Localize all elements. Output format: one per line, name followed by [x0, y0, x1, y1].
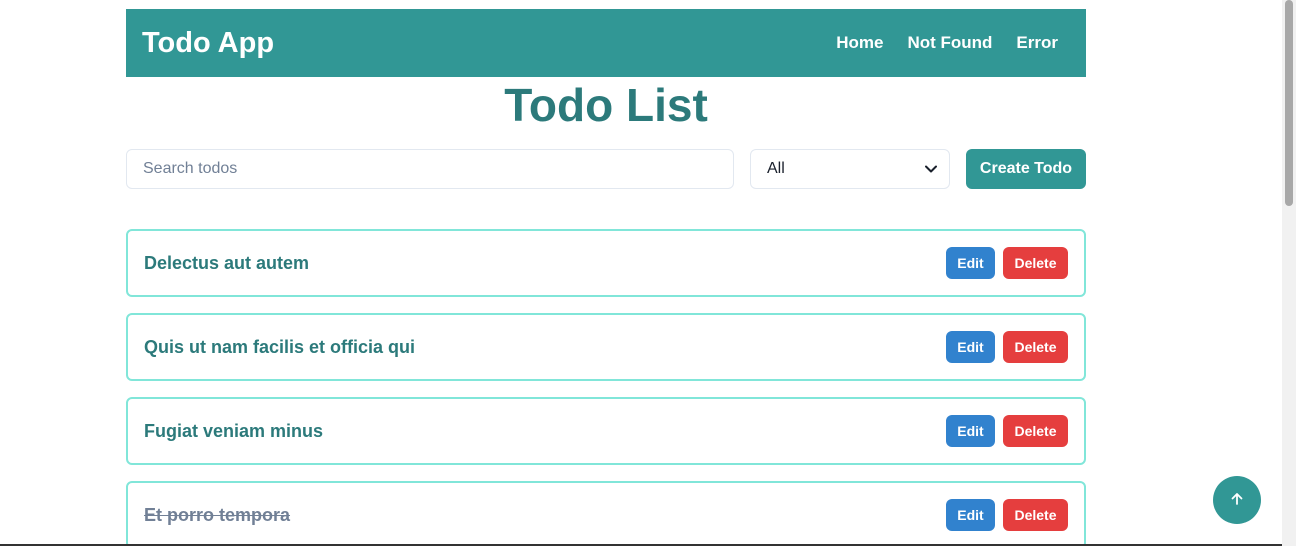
todo-title: Fugiat veniam minus	[144, 420, 324, 441]
todo-title: Quis ut nam facilis et officia qui	[144, 336, 416, 357]
scrollbar-thumb[interactable]	[1285, 0, 1293, 206]
navbar: Todo App Home Not Found Error	[126, 9, 1086, 77]
delete-button[interactable]: Delete	[1003, 331, 1068, 363]
delete-button[interactable]: Delete	[1003, 415, 1068, 447]
create-todo-button[interactable]: Create Todo	[966, 149, 1086, 189]
todo-actions: Edit Delete	[946, 331, 1068, 363]
todo-title-completed: Et porro tempora	[144, 504, 291, 525]
scrollbar[interactable]	[1282, 0, 1296, 546]
delete-button[interactable]: Delete	[1003, 247, 1068, 279]
brand-title[interactable]: Todo App	[142, 27, 274, 60]
edit-button[interactable]: Edit	[946, 499, 995, 531]
todo-item: Fugiat veniam minus Edit Delete	[126, 397, 1086, 465]
edit-button[interactable]: Edit	[946, 415, 995, 447]
search-input[interactable]	[126, 149, 734, 189]
todo-title: Delectus aut autem	[144, 252, 310, 273]
todo-actions: Edit Delete	[946, 247, 1068, 279]
nav-link-not-found[interactable]: Not Found	[907, 33, 992, 53]
todo-item: Et porro tempora Edit Delete	[126, 481, 1086, 546]
edit-button[interactable]: Edit	[946, 331, 995, 363]
page-title: Todo List	[504, 79, 708, 131]
nav-link-home[interactable]: Home	[836, 33, 883, 53]
todo-actions: Edit Delete	[946, 415, 1068, 447]
arrow-up-icon	[1229, 491, 1245, 510]
chevron-down-icon	[925, 163, 937, 175]
filter-select[interactable]: All	[750, 149, 950, 189]
nav-link-error[interactable]: Error	[1016, 33, 1058, 53]
todo-list: Delectus aut autem Edit Delete Quis ut n…	[126, 229, 1086, 546]
todo-item: Delectus aut autem Edit Delete	[126, 229, 1086, 297]
todo-item: Quis ut nam facilis et officia qui Edit …	[126, 313, 1086, 381]
filter-selected-value: All	[767, 160, 785, 177]
todo-actions: Edit Delete	[946, 499, 1068, 531]
nav-links: Home Not Found Error	[836, 33, 1070, 53]
scroll-to-top-button[interactable]	[1213, 476, 1261, 524]
page: Todo App Home Not Found Error Todo List …	[0, 0, 1296, 546]
delete-button[interactable]: Delete	[1003, 499, 1068, 531]
edit-button[interactable]: Edit	[946, 247, 995, 279]
